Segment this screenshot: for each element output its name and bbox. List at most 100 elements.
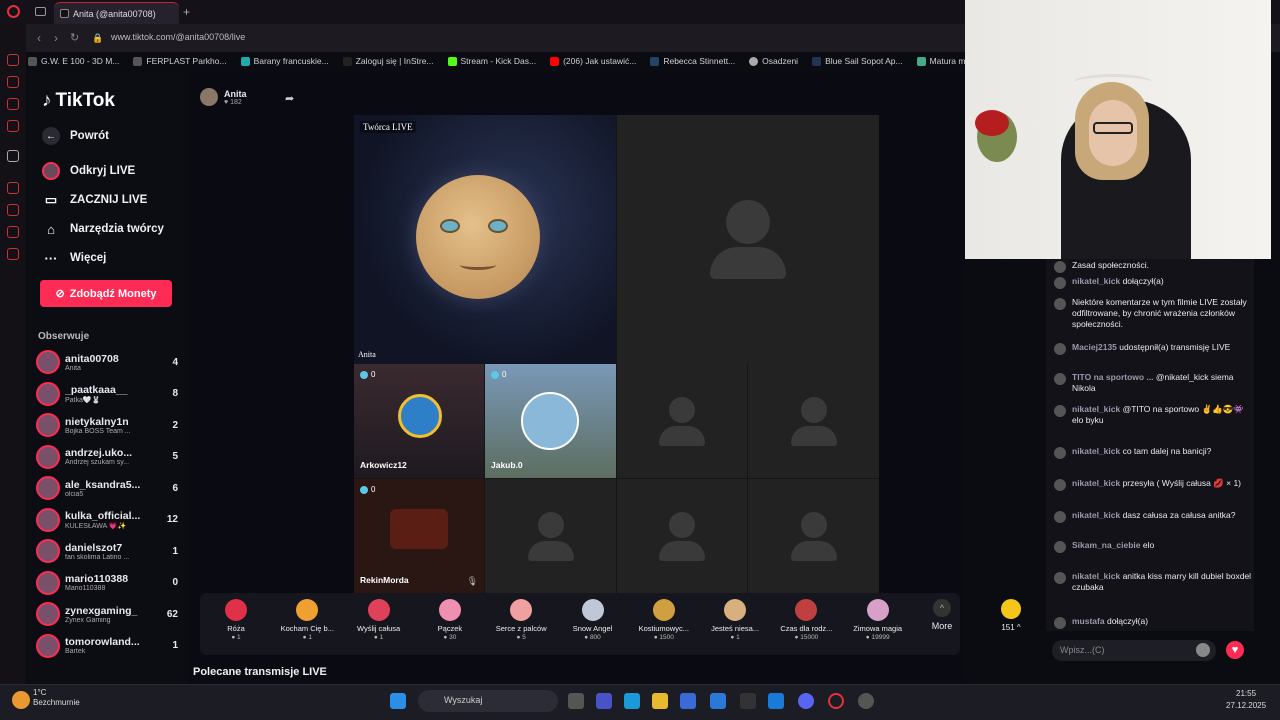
creator-video[interactable]: Twórca LIVE Anita	[354, 115, 616, 364]
gift-item[interactable]: Róża ● 1	[201, 599, 271, 641]
nav-creator-tools[interactable]: ⌂ Narzędzia twórcy	[42, 220, 164, 238]
tiktok-logo[interactable]: ♪ TikTok	[42, 90, 115, 112]
empty-seat[interactable]	[485, 479, 616, 593]
chat-username[interactable]: nikatel_kick	[1072, 276, 1120, 286]
taskbar-search[interactable]: Wyszukaj	[418, 690, 558, 712]
bookmark[interactable]: G.W. E 100 - 3D M...	[28, 56, 119, 66]
gift-item[interactable]: Snow Angel ● 800	[558, 599, 628, 641]
following-item[interactable]: andrzej.uko... Andrzej szukam sy... 5	[36, 443, 178, 471]
following-item[interactable]: zynexgaming_ Zynex Gaming 62	[36, 600, 178, 628]
url-field[interactable]: www.tiktok.com/@anita00708/live	[111, 32, 245, 42]
discord-icon[interactable]	[798, 693, 814, 709]
bookmark[interactable]: FERPLAST Parkho...	[133, 56, 227, 66]
chat-input[interactable]: Wpisz...(C)	[1052, 640, 1216, 661]
empty-seat[interactable]	[748, 364, 879, 478]
chat-username[interactable]: Sikam_na_ciebie	[1072, 540, 1141, 550]
chat-username[interactable]: nikatel_kick	[1072, 446, 1120, 456]
system-clock[interactable]: 21:55 27.12.2025	[1226, 688, 1266, 712]
chat-username[interactable]: nikatel_kick	[1072, 478, 1120, 488]
following-item[interactable]: mario110388 Mario110388 0	[36, 569, 178, 597]
bookmark[interactable]: Osadzeni	[749, 56, 798, 66]
new-tab-plus-icon[interactable]: +	[183, 5, 190, 19]
more-gifts-button[interactable]: ^ More	[928, 599, 956, 631]
bookmark[interactable]: Blue Sail Sopot Ap...	[812, 56, 903, 66]
avatar	[36, 476, 60, 500]
chat-username[interactable]: nikatel_kick	[1072, 510, 1120, 520]
guest-seat[interactable]: 0 Arkowicz12	[354, 364, 484, 478]
guest-seat[interactable]: 0 Jakub.0	[485, 364, 616, 478]
gift-item[interactable]: Pączek ● 30	[415, 599, 485, 641]
sidebar-app-icon[interactable]	[7, 226, 19, 238]
nav-start-live[interactable]: ▭ ZACZNIJ LIVE	[42, 191, 147, 209]
chat-username[interactable]: Maciej2135	[1072, 342, 1117, 352]
settings-gear-icon[interactable]	[7, 248, 19, 260]
following-item[interactable]: tomorowland... Bartek 1	[36, 632, 178, 660]
following-item[interactable]: nietykalny1n Bojka BOSS Team ... 2	[36, 411, 178, 439]
nav-more[interactable]: ··· Więcej	[42, 249, 107, 267]
bookmark[interactable]: (206) Jak ustawić...	[550, 56, 636, 66]
bookmark[interactable]: Barany francuskie...	[240, 56, 329, 66]
gift-item[interactable]: Jesteś niesa... ● 1	[700, 599, 770, 641]
bookmark[interactable]: Zaloguj się | InStre...	[342, 56, 434, 66]
back-button[interactable]: ← Powrót	[42, 127, 109, 145]
chat-avatar-icon	[1054, 261, 1066, 273]
sidebar-app-icon[interactable]	[7, 204, 19, 216]
like-heart-button[interactable]: ♥	[1226, 641, 1244, 659]
empty-seat[interactable]	[617, 115, 879, 364]
chat-username[interactable]: nikatel_kick	[1072, 571, 1120, 581]
emoji-icon[interactable]	[1196, 643, 1210, 657]
sidebar-app-icon[interactable]	[7, 54, 19, 66]
following-item[interactable]: danielszot7 fan skolima Latino ... 1	[36, 537, 178, 565]
store-icon[interactable]	[680, 693, 696, 709]
gift-item[interactable]: Czas dla rodz... ● 15000	[771, 599, 841, 641]
windows-start-icon[interactable]	[390, 693, 406, 709]
following-item[interactable]: kulka_official... KULESŁAWA 💗✨ 12	[36, 506, 178, 534]
opera-taskbar-icon[interactable]	[828, 693, 844, 709]
weather-widget[interactable]: 1°C Bezchmurnie	[33, 688, 80, 708]
empty-seat[interactable]	[748, 479, 879, 593]
x-twitter-icon[interactable]	[7, 150, 19, 162]
forward-arrow-icon[interactable]: ›	[54, 31, 58, 45]
share-icon[interactable]: ➦	[285, 92, 294, 105]
gift-item[interactable]: Kocham Cię b... ● 1	[272, 599, 342, 641]
bookmark[interactable]: Stream - Kick Das...	[447, 56, 536, 66]
app-icon[interactable]	[768, 693, 784, 709]
gift-item[interactable]: Zimowa magia ● 19999	[843, 599, 913, 641]
teams-icon[interactable]	[596, 693, 612, 709]
sidebar-app-icon[interactable]	[7, 182, 19, 194]
task-view-icon[interactable]	[568, 693, 584, 709]
gift-item[interactable]: Wyślij całusa ● 1	[344, 599, 414, 641]
empty-seat[interactable]	[617, 479, 747, 593]
app-icon[interactable]	[858, 693, 874, 709]
chat-username[interactable]: nikatel_kick	[1072, 404, 1120, 414]
following-item[interactable]: anita00708 Anita 4	[36, 348, 178, 376]
get-coins-button[interactable]: ⊘ Zdobądź Monety	[40, 280, 172, 307]
mail-icon[interactable]	[710, 693, 726, 709]
sidebar-app-icon[interactable]	[7, 120, 19, 132]
app-icon[interactable]	[740, 693, 756, 709]
coin-balance-button[interactable]: 151 ^	[997, 599, 1025, 632]
reload-icon[interactable]: ↻	[70, 31, 79, 44]
guest-seat[interactable]: 0 RekinMorda 🎙	[354, 479, 484, 593]
chat-avatar-icon	[1054, 479, 1066, 491]
following-item[interactable]: _paatkaaa__ Patka🤍🐰 8	[36, 380, 178, 408]
chat-username[interactable]: TITO na sportowo ...	[1072, 372, 1154, 382]
empty-seat[interactable]	[617, 364, 747, 478]
gift-item[interactable]: Kostiumowyc... ● 1500	[629, 599, 699, 641]
host-info[interactable]: Anita ♥ 182	[200, 88, 247, 106]
nav-discover-live[interactable]: Odkryj LIVE	[42, 162, 135, 180]
sidebar-app-icon[interactable]	[7, 76, 19, 88]
sidebar-app-icon[interactable]	[7, 98, 19, 110]
gift-item[interactable]: Serce z palców ● 5	[486, 599, 556, 641]
back-arrow-icon[interactable]: ‹	[37, 31, 41, 45]
opera-logo-icon[interactable]	[7, 5, 20, 18]
chat-username[interactable]: mustafa	[1072, 616, 1105, 626]
following-username: _paatkaaa__	[65, 383, 128, 396]
tab-list-icon[interactable]	[35, 7, 46, 16]
bookmark[interactable]: Rebecca Stinnett...	[650, 56, 735, 66]
edge-icon[interactable]	[624, 693, 640, 709]
file-explorer-icon[interactable]	[652, 693, 668, 709]
chat-message: nikatel_kick @TITO na sportowo ✌️👍😎👾 elo…	[1054, 404, 1252, 426]
browser-tab-active[interactable]: Anita (@anita00708)	[54, 2, 179, 24]
following-item[interactable]: ale_ksandra5... olcia5 6	[36, 474, 178, 502]
